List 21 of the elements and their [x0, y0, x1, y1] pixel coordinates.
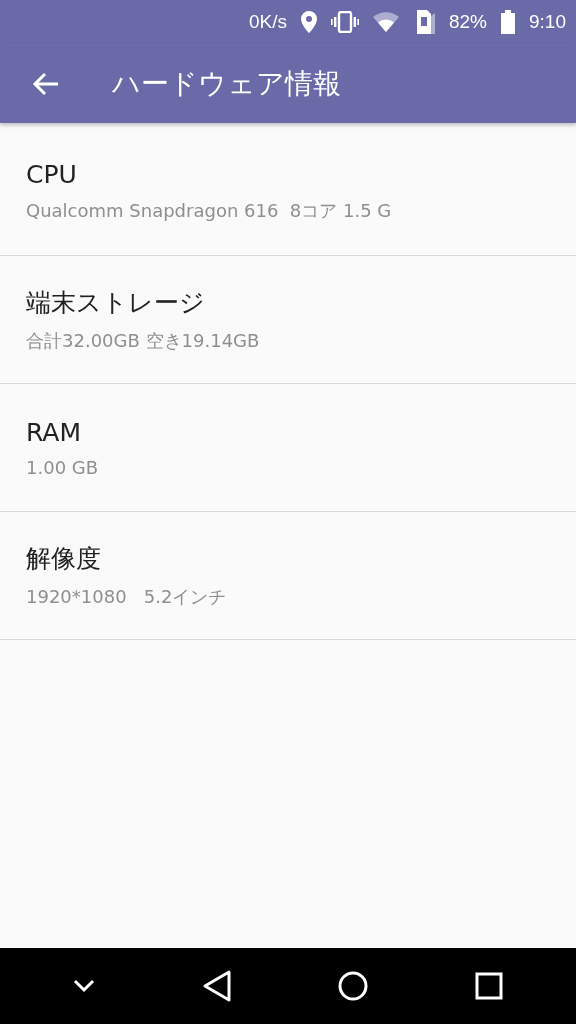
screen-title: ハードウェア情報: [112, 65, 341, 102]
item-title: 端末ストレージ: [26, 287, 205, 319]
chevron-down-icon: [73, 979, 96, 993]
wifi-icon: [373, 12, 399, 32]
triangle-icon: [201, 970, 232, 1002]
battery-icon: [501, 10, 515, 34]
item-summary: 1.00 GB: [26, 456, 99, 478]
item-title: 解像度: [26, 543, 101, 575]
item-summary: 合計32.00GB 空き19.14GB: [26, 329, 260, 353]
square-icon: [474, 972, 503, 1000]
network-speed: 0K/s: [248, 11, 287, 33]
back-arrow-icon: [32, 71, 60, 96]
clock-time: 9:10: [529, 11, 566, 33]
item-summary: 1920*1080 5.2インチ: [26, 585, 227, 609]
item-summary: Qualcomm Snapdragon 616 8コア 1.5 G: [26, 199, 392, 223]
location-icon: [301, 11, 317, 33]
circle-icon: [338, 971, 369, 1001]
item-title: CPU: [26, 160, 77, 189]
battery-percentage: 82%: [449, 11, 487, 33]
item-title: RAM: [26, 417, 82, 447]
vibrate-icon: [331, 11, 359, 33]
